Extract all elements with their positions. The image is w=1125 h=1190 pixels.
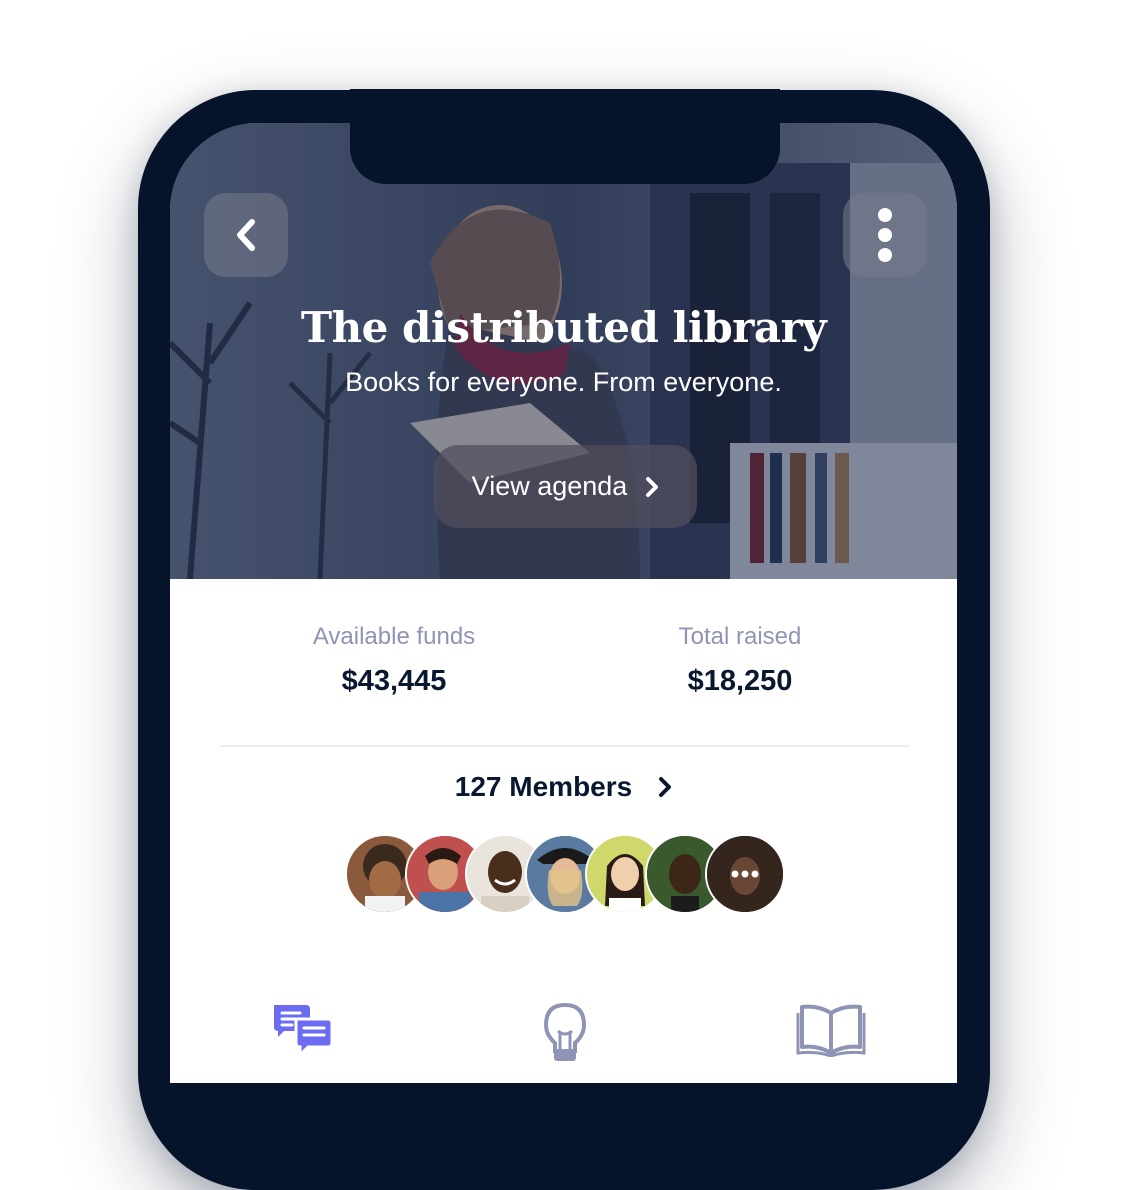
funds-stats: Available funds $43,445 Total raised $18…: [170, 623, 957, 713]
chat-icon: [274, 1005, 334, 1059]
page-title: The distributed library: [300, 303, 827, 352]
tab-ideas[interactable]: [540, 1001, 590, 1067]
bottom-tab-bar: [170, 1001, 957, 1081]
phone-notch: [350, 89, 780, 184]
app-screen: The distributed library Books for everyo…: [170, 123, 957, 1083]
hero-banner: The distributed library Books for everyo…: [170, 123, 957, 579]
avatar[interactable]: [705, 834, 785, 914]
more-vertical-icon: [878, 208, 892, 262]
members-count-label: 127 Members: [454, 771, 633, 802]
tab-discussions[interactable]: [270, 1001, 336, 1061]
divider: [220, 745, 910, 747]
page-subtitle: Books for everyone. From everyone.: [345, 367, 782, 397]
more-options-button[interactable]: [843, 193, 927, 277]
total-raised-stat: Total raised $18,250: [590, 623, 890, 698]
member-avatars[interactable]: [345, 834, 795, 914]
lightbulb-icon: [543, 1002, 587, 1061]
chevron-right-icon: [646, 476, 659, 497]
view-agenda-button[interactable]: View agenda: [434, 445, 697, 528]
tab-library[interactable]: [796, 1001, 866, 1061]
available-funds-label: Available funds: [312, 623, 476, 650]
back-button[interactable]: [204, 193, 288, 277]
view-agenda-label: View agenda: [471, 471, 628, 501]
chevron-right-icon: [659, 777, 672, 797]
members-link[interactable]: 127 Members: [170, 767, 957, 807]
chevron-left-icon: [237, 219, 255, 251]
available-funds-value: $43,445: [341, 665, 447, 697]
total-raised-label: Total raised: [678, 623, 802, 650]
available-funds-stat: Available funds $43,445: [244, 623, 544, 698]
book-icon: [796, 1004, 866, 1058]
total-raised-value: $18,250: [687, 665, 793, 697]
